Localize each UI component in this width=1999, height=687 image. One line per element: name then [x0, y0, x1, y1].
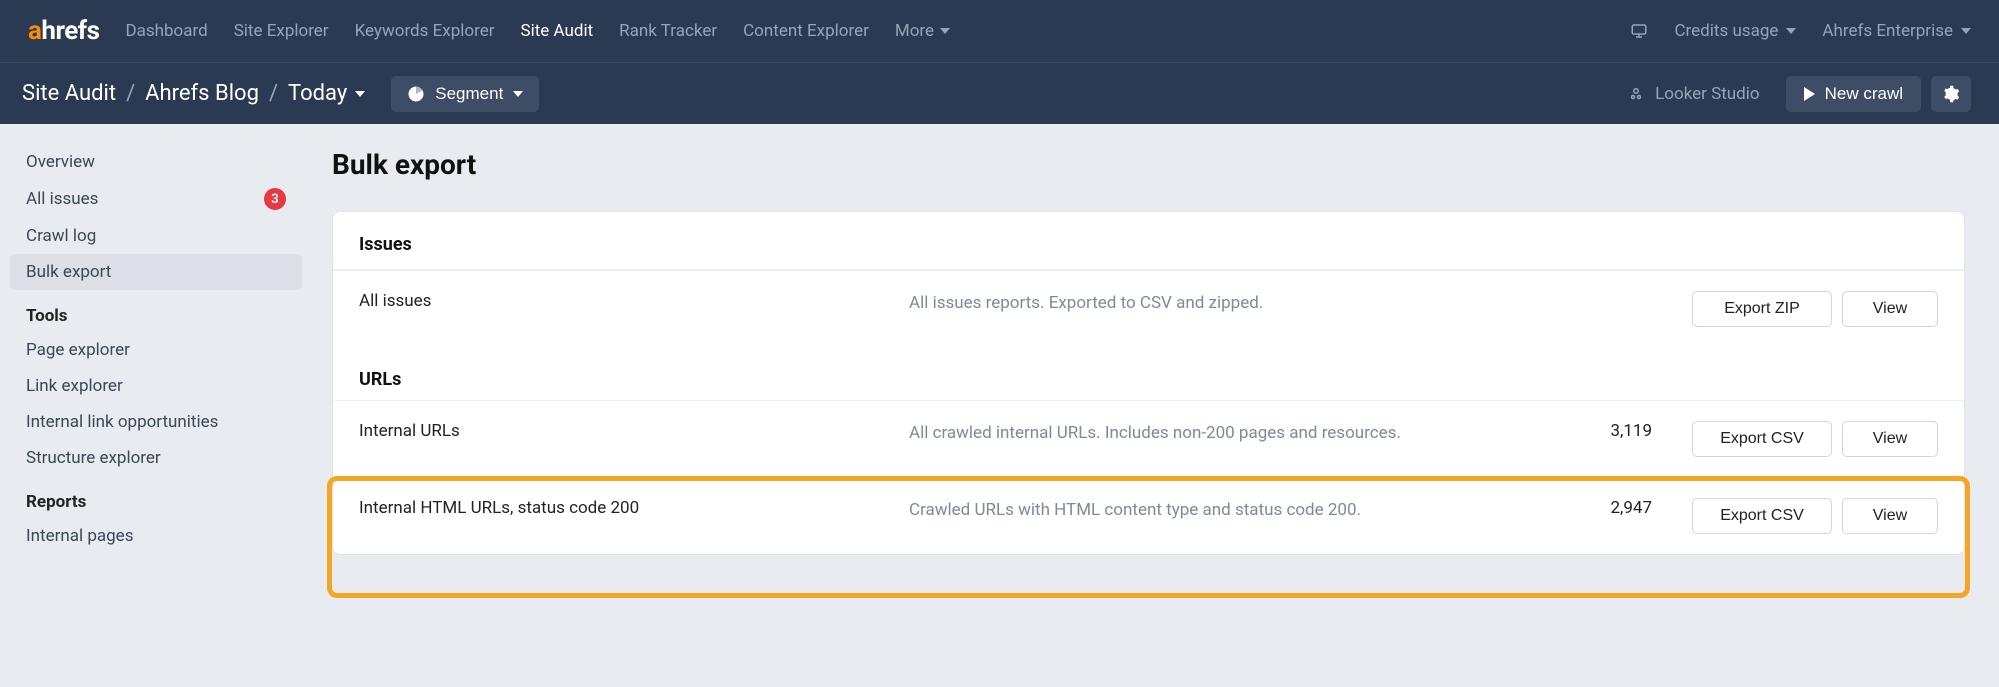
- sidebar-item-all-issues[interactable]: All issues 3: [10, 180, 302, 218]
- play-icon: [1804, 87, 1815, 101]
- main-layout: Overview All issues 3 Crawl log Bulk exp…: [0, 124, 1999, 595]
- sidebar-item-link-explorer[interactable]: Link explorer: [10, 368, 302, 404]
- logo-rest: hrefs: [41, 16, 99, 46]
- sidebar-item-label: Internal link opportunities: [26, 412, 218, 432]
- export-csv-button[interactable]: Export CSV: [1692, 421, 1832, 457]
- row-count: 3,119: [1542, 421, 1652, 441]
- bulk-export-card: Issues All issues All issues reports. Ex…: [332, 211, 1965, 555]
- sidebar-item-page-explorer[interactable]: Page explorer: [10, 332, 302, 368]
- sidebar-item-label: Structure explorer: [26, 448, 161, 468]
- crumb-date-selector[interactable]: Today: [288, 81, 365, 106]
- looker-icon: [1627, 85, 1645, 103]
- section-head-issues: Issues: [333, 212, 1964, 270]
- row-actions: Export CSV View: [1692, 498, 1938, 534]
- row-count: 2,947: [1542, 498, 1652, 518]
- logo-letter-a: a: [28, 16, 41, 46]
- nav-more-label: More: [895, 21, 934, 41]
- sidebar-item-label: All issues: [26, 189, 98, 209]
- sidebar: Overview All issues 3 Crawl log Bulk exp…: [0, 124, 312, 595]
- nav-rank-tracker[interactable]: Rank Tracker: [619, 21, 717, 41]
- sidebar-item-crawl-log[interactable]: Crawl log: [10, 218, 302, 254]
- sidebar-item-label: Internal pages: [26, 526, 133, 546]
- monitor-icon: [1630, 22, 1648, 40]
- view-button[interactable]: View: [1842, 421, 1938, 457]
- main-nav-links: Dashboard Site Explorer Keywords Explore…: [125, 21, 1630, 41]
- sub-nav: Site Audit / Ahrefs Blog / Today Segment…: [0, 62, 1999, 124]
- row-name: Internal HTML URLs, status code 200: [359, 498, 889, 518]
- export-csv-button[interactable]: Export CSV: [1692, 498, 1832, 534]
- nav-site-explorer[interactable]: Site Explorer: [234, 21, 329, 41]
- sidebar-item-overview[interactable]: Overview: [10, 144, 302, 180]
- row-actions: Export CSV View: [1692, 421, 1938, 457]
- looker-label: Looker Studio: [1655, 84, 1759, 104]
- view-button[interactable]: View: [1842, 291, 1938, 327]
- export-zip-button[interactable]: Export ZIP: [1692, 291, 1832, 327]
- issues-badge: 3: [264, 188, 286, 210]
- row-actions: Export ZIP View: [1692, 291, 1938, 327]
- sidebar-item-internal-pages[interactable]: Internal pages: [10, 518, 302, 554]
- nav-content-explorer[interactable]: Content Explorer: [743, 21, 869, 41]
- row-name: Internal URLs: [359, 421, 889, 441]
- nav-keywords-explorer[interactable]: Keywords Explorer: [355, 21, 495, 41]
- crumb-site-audit[interactable]: Site Audit: [22, 81, 116, 106]
- chevron-down-icon: [940, 28, 950, 34]
- sidebar-item-internal-link-opps[interactable]: Internal link opportunities: [10, 404, 302, 440]
- table-row-all-issues: All issues All issues reports. Exported …: [333, 270, 1964, 347]
- nav-account[interactable]: Ahrefs Enterprise: [1822, 21, 1971, 41]
- sidebar-head-tools: Tools: [10, 290, 302, 332]
- logo[interactable]: ahrefs: [28, 16, 99, 46]
- chevron-down-icon: [1786, 28, 1796, 34]
- new-crawl-label: New crawl: [1825, 84, 1903, 104]
- new-crawl-button[interactable]: New crawl: [1786, 76, 1921, 112]
- row-desc: Crawled URLs with HTML content type and …: [909, 498, 1522, 523]
- breadcrumb: Site Audit / Ahrefs Blog / Today: [22, 81, 365, 106]
- top-nav: ahrefs Dashboard Site Explorer Keywords …: [0, 0, 1999, 62]
- nav-site-audit[interactable]: Site Audit: [520, 21, 593, 41]
- nav-credits-label: Credits usage: [1674, 21, 1778, 41]
- pie-chart-icon: [407, 85, 425, 103]
- nav-dashboard[interactable]: Dashboard: [125, 21, 207, 41]
- nav-display-icon[interactable]: [1630, 22, 1648, 40]
- table-row-internal-urls: Internal URLs All crawled internal URLs.…: [333, 400, 1964, 477]
- settings-button[interactable]: [1931, 76, 1971, 112]
- crumb-date-label: Today: [288, 81, 347, 106]
- table-row-internal-html-200: Internal HTML URLs, status code 200 Craw…: [333, 477, 1964, 554]
- segment-label: Segment: [435, 84, 503, 104]
- page-title: Bulk export: [332, 148, 1965, 181]
- nav-more[interactable]: More: [895, 21, 950, 41]
- sidebar-item-label: Crawl log: [26, 226, 96, 246]
- segment-button[interactable]: Segment: [391, 76, 539, 112]
- crumb-sep: /: [126, 81, 135, 106]
- gear-icon: [1942, 85, 1960, 103]
- looker-studio-link[interactable]: Looker Studio: [1627, 84, 1759, 104]
- row-desc: All issues reports. Exported to CSV and …: [909, 291, 1522, 316]
- nav-credits-usage[interactable]: Credits usage: [1674, 21, 1796, 41]
- chevron-down-icon: [355, 91, 365, 97]
- crumb-project[interactable]: Ahrefs Blog: [145, 81, 259, 106]
- sidebar-item-label: Page explorer: [26, 340, 130, 360]
- row-name: All issues: [359, 291, 889, 311]
- section-head-urls: URLs: [333, 347, 1964, 400]
- row-desc: All crawled internal URLs. Includes non-…: [909, 421, 1522, 446]
- sidebar-item-structure-explorer[interactable]: Structure explorer: [10, 440, 302, 476]
- nav-right: Credits usage Ahrefs Enterprise: [1630, 21, 1971, 41]
- sidebar-item-label: Link explorer: [26, 376, 123, 396]
- nav-account-label: Ahrefs Enterprise: [1822, 21, 1953, 41]
- main-content: Bulk export Issues All issues All issues…: [312, 124, 1999, 595]
- sidebar-item-bulk-export[interactable]: Bulk export: [10, 254, 302, 290]
- sidebar-item-label: Bulk export: [26, 262, 111, 282]
- chevron-down-icon: [1961, 28, 1971, 34]
- chevron-down-icon: [513, 91, 523, 97]
- crumb-sep: /: [269, 81, 278, 106]
- sidebar-item-label: Overview: [26, 152, 95, 172]
- sidebar-head-reports: Reports: [10, 476, 302, 518]
- view-button[interactable]: View: [1842, 498, 1938, 534]
